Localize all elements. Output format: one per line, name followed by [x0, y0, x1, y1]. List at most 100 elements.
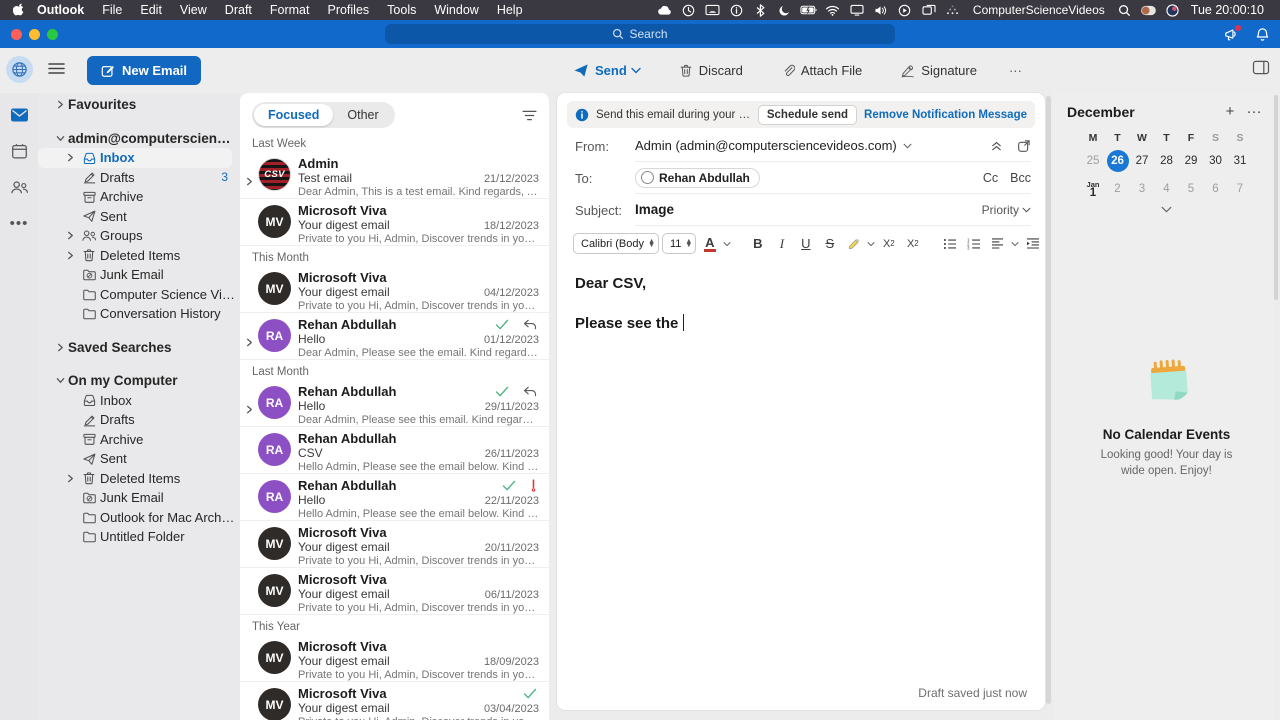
chevron-right-icon[interactable]	[52, 343, 68, 352]
account-avatar[interactable]	[6, 56, 33, 83]
bluetooth-status-icon[interactable]	[749, 1, 773, 19]
from-chevron-icon[interactable]	[903, 143, 912, 149]
chevron-down-icon[interactable]	[52, 134, 68, 143]
font-family-select[interactable]: Calibri (Body) ▲ ▼	[573, 233, 659, 254]
remove-notification-link[interactable]: Remove Notification Message	[864, 109, 1027, 121]
sidebar-item-drafts[interactable]: Drafts	[38, 410, 240, 430]
signature-button[interactable]: Signature	[890, 56, 987, 85]
filter-icon[interactable]	[522, 110, 537, 121]
send-button[interactable]: Send	[563, 56, 651, 85]
stage-status-icon[interactable]	[917, 1, 941, 19]
volume-status-icon[interactable]	[869, 1, 893, 19]
dots-grid-status-icon[interactable]	[941, 1, 965, 19]
font-color-button[interactable]: A	[699, 233, 720, 254]
zoom-window-button[interactable]	[47, 29, 58, 40]
mail-list-item[interactable]: MV Microsoft Viva Your digest email 04/12/2…	[240, 266, 549, 313]
align-chevron[interactable]	[1011, 241, 1019, 247]
menu-draft[interactable]: Draft	[216, 3, 261, 17]
calendar-day[interactable]: 3	[1130, 178, 1155, 200]
subscript-button[interactable]: X2	[902, 233, 923, 254]
mail-list-item[interactable]: RA Rehan Abdullah CSV 26/11/2023 Hello Admin…	[240, 427, 549, 474]
chevron-right-icon[interactable]	[62, 474, 78, 483]
menu-file[interactable]: File	[93, 3, 131, 17]
sidebar-toggle-icon[interactable]	[47, 62, 65, 75]
italic-button[interactable]: I	[771, 233, 792, 254]
align-button[interactable]	[987, 233, 1008, 254]
search-input[interactable]: Search	[385, 24, 895, 44]
numbered-list-button[interactable]: 123	[963, 233, 984, 254]
sidebar-item-favourites[interactable]: Favourites	[38, 95, 240, 115]
menubar-account-name[interactable]: ComputerScienceVideos	[965, 3, 1113, 17]
display-status-icon[interactable]	[845, 1, 869, 19]
font-size-select[interactable]: 11 ▲ ▼	[662, 233, 697, 254]
calendar-day[interactable]: 28	[1154, 150, 1179, 172]
menubar-app-name[interactable]: Outlook	[28, 3, 93, 17]
mail-list-item[interactable]: MV Microsoft Viva Your digest email 18/12/2…	[240, 199, 549, 246]
calendar-day-selected[interactable]: 26	[1105, 150, 1130, 172]
sidebar-item-admin-computersciencevi[interactable]: admin@computersciencevi...	[38, 129, 240, 149]
sidebar-item-junk-email[interactable]: Junk Email	[38, 488, 240, 508]
notifications-bell-icon[interactable]	[1252, 24, 1272, 44]
sidebar-item-sent[interactable]: Sent	[38, 449, 240, 469]
recipient-chip[interactable]: Rehan Abdullah	[635, 167, 760, 188]
mail-list-item[interactable]: CSV Admin Test email 21/12/2023 Dear Admin, …	[240, 152, 549, 199]
calendar-day[interactable]: Jan 1	[1081, 178, 1106, 200]
rail-people-icon[interactable]	[9, 177, 29, 197]
info-status-icon[interactable]	[725, 1, 749, 19]
reading-pane-toggle-icon[interactable]	[1252, 60, 1270, 75]
close-window-button[interactable]	[11, 29, 22, 40]
menubar-clock[interactable]: Tue 20:00:10	[1185, 3, 1270, 17]
sidebar-item-sent[interactable]: Sent	[38, 207, 240, 227]
sidebar-item-saved-searches[interactable]: Saved Searches	[38, 338, 240, 358]
user-switch-icon[interactable]	[1137, 1, 1161, 19]
bcc-button[interactable]: Bcc	[1010, 171, 1031, 185]
calendar-day[interactable]: 2	[1105, 178, 1130, 200]
from-value[interactable]: Admin (admin@computersciencevideos.com)	[635, 138, 897, 153]
calendar-day[interactable]: 6	[1203, 178, 1228, 200]
sidebar-item-junk-email[interactable]: Junk Email	[38, 265, 240, 285]
bullet-list-button[interactable]	[939, 233, 960, 254]
chevron-right-icon[interactable]	[62, 231, 78, 240]
moon-status-icon[interactable]	[773, 1, 797, 19]
cc-button[interactable]: Cc	[983, 171, 998, 185]
sidebar-item-archive[interactable]: Archive	[38, 187, 240, 207]
sidebar-item-deleted-items[interactable]: Deleted Items	[38, 469, 240, 489]
mail-list-item[interactable]: RA Rehan Abdullah Hello 01/12/2023 Dear Admi…	[240, 313, 549, 360]
menu-format[interactable]: Format	[261, 3, 319, 17]
sidebar-item-inbox[interactable]: Inbox	[38, 148, 232, 168]
mail-list-item[interactable]: RA Rehan Abdullah Hello 29/11/2023 Dear Admi…	[240, 380, 549, 427]
thread-expand-chevron[interactable]	[242, 313, 257, 359]
sidebar-item-outlook-for-mac-archive-olm[interactable]: Outlook for Mac Archive OLM	[38, 508, 240, 528]
indent-button[interactable]	[1022, 233, 1043, 254]
thread-expand-chevron[interactable]	[242, 380, 257, 426]
calendar-day[interactable]: 27	[1130, 150, 1155, 172]
chevron-down-icon[interactable]	[52, 376, 68, 385]
sidebar-item-computer-science-videos[interactable]: Computer Science Videos	[38, 285, 240, 305]
clock-status-icon[interactable]	[677, 1, 701, 19]
calendar-day[interactable]: 7	[1228, 178, 1253, 200]
add-event-icon[interactable]: +	[1218, 103, 1242, 120]
sidebar-item-conversation-history[interactable]: Conversation History	[38, 304, 240, 324]
rail-calendar-icon[interactable]	[9, 141, 29, 161]
menu-help[interactable]: Help	[488, 3, 532, 17]
superscript-button[interactable]: X2	[878, 233, 899, 254]
mirror-status-icon[interactable]	[701, 1, 725, 19]
highlight-button[interactable]	[843, 233, 864, 254]
calendar-more-icon[interactable]: ···	[1242, 103, 1266, 120]
sidebar-item-inbox[interactable]: Inbox	[38, 391, 240, 411]
underline-button[interactable]: U	[795, 233, 816, 254]
highlight-chevron[interactable]	[867, 241, 875, 247]
mail-list-item[interactable]: MV Microsoft Viva Your digest email 06/11/2…	[240, 568, 549, 615]
new-email-button[interactable]: New Email	[87, 56, 202, 85]
mail-list-item[interactable]: MV Microsoft Viva Your digest email 18/09/2…	[240, 635, 549, 682]
spotlight-search-icon[interactable]	[1113, 1, 1137, 19]
calendar-expand-chevron[interactable]	[1067, 206, 1266, 213]
message-body[interactable]: Dear CSV, Please see the	[557, 260, 1045, 369]
menu-profiles[interactable]: Profiles	[318, 3, 378, 17]
menu-edit[interactable]: Edit	[131, 3, 171, 17]
font-color-chevron[interactable]	[723, 241, 731, 247]
calendar-day[interactable]: 29	[1179, 150, 1204, 172]
priority-button[interactable]: Priority	[974, 203, 1031, 217]
tab-focused[interactable]: Focused	[254, 104, 334, 126]
wifi-status-icon[interactable]	[821, 1, 845, 19]
